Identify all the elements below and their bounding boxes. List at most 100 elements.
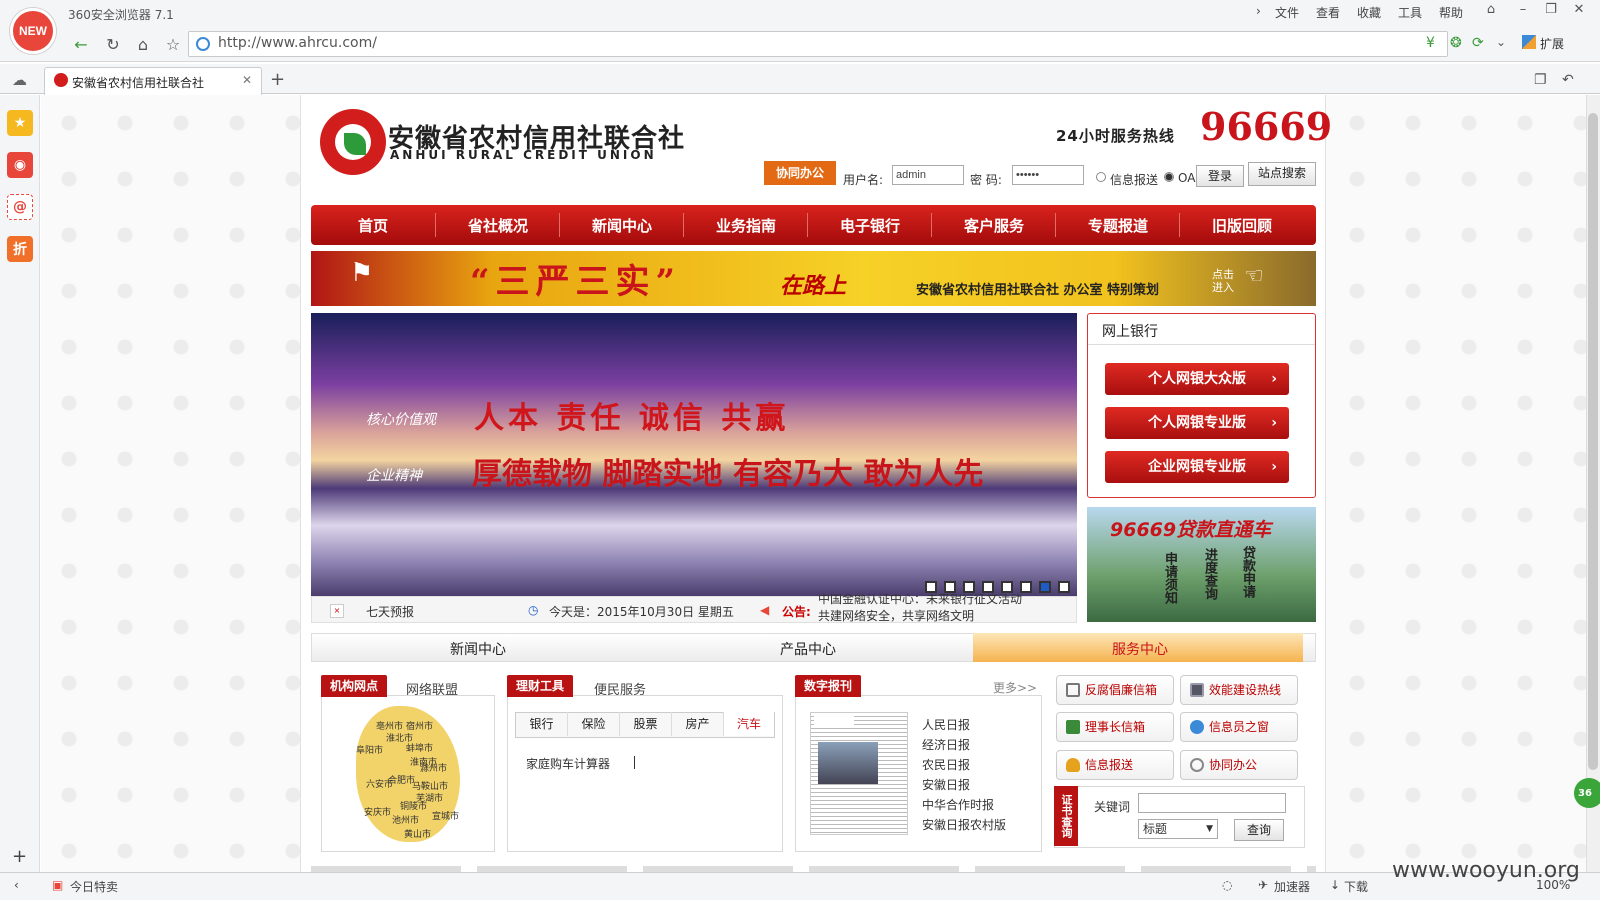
paper-item[interactable]: 农民日报 (922, 756, 970, 773)
nav-home[interactable]: 首页 (311, 215, 435, 236)
weather-forecast-link[interactable]: 七天预报 (366, 603, 414, 620)
refresh-icon[interactable]: ↻ (102, 34, 124, 56)
favorite-star-icon[interactable]: ☆ (162, 34, 184, 56)
loan-apply-notice[interactable]: 申请须知 (1162, 552, 1177, 604)
speed-icon[interactable]: ⟳ (1472, 35, 1484, 51)
download-icon[interactable]: ↓ (1330, 878, 1340, 892)
slide-dot[interactable] (982, 581, 994, 593)
menu-chevron-icon[interactable]: › (1256, 4, 1261, 18)
map-city-label[interactable]: 铜陵市 (400, 799, 427, 812)
sidebar-toggle-icon[interactable]: ‹ (14, 878, 19, 892)
slide-dot[interactable] (1020, 581, 1032, 593)
finance-tag[interactable]: 理财工具 (507, 675, 574, 697)
nav-business[interactable]: 业务指南 (684, 215, 808, 236)
map-city-label[interactable]: 宣城市 (432, 809, 459, 822)
slide-dot[interactable] (944, 581, 956, 593)
maximize-icon[interactable]: ❐ (1538, 2, 1564, 22)
outlets-tag[interactable]: 机构网点 (321, 675, 388, 697)
map-city-label[interactable]: 滁州市 (420, 761, 447, 774)
nav-special[interactable]: 专题报道 (1056, 215, 1180, 236)
banner-click-text[interactable]: 点击进入 (1212, 268, 1238, 294)
address-bar[interactable] (188, 31, 1448, 57)
today-deal-link[interactable]: 今日特卖 (70, 878, 118, 895)
address-url[interactable]: http://www.ahrcu.com/ (218, 35, 377, 51)
site-search-button[interactable]: 站点搜索 (1248, 162, 1316, 186)
slide-dot[interactable] (1058, 581, 1070, 593)
skin-icon[interactable]: ⌂ (1478, 2, 1504, 22)
nav-ebank[interactable]: 电子银行 (808, 215, 932, 236)
star-icon[interactable]: ★ (7, 110, 33, 136)
accelerator-icon[interactable]: ✈ (1258, 878, 1268, 892)
username-field[interactable] (892, 165, 964, 185)
close-window-icon[interactable]: ✕ (1566, 2, 1592, 22)
paper-item[interactable]: 经济日报 (922, 736, 970, 753)
extensions-label[interactable]: 扩展 (1540, 35, 1564, 52)
subtab-car[interactable]: 汽车 (724, 712, 774, 736)
more-link[interactable]: 更多>> (993, 679, 1037, 696)
float-360-icon[interactable]: 36 (1574, 778, 1600, 808)
menu-tools[interactable]: 工具 (1398, 4, 1422, 21)
back-icon[interactable]: ← (70, 34, 92, 56)
map-city-label[interactable]: 黄山市 (404, 827, 431, 840)
paper-item[interactable]: 中华合作时报 (922, 796, 994, 813)
car-calculator-link[interactable]: 家庭购车计算器 (526, 755, 610, 772)
home-icon[interactable]: ⌂ (132, 34, 154, 56)
slide-dot[interactable] (1001, 581, 1013, 593)
subtab-stocks[interactable]: 股票 (620, 712, 672, 736)
digital-tag[interactable]: 数字报刊 (795, 675, 862, 697)
tab-services[interactable]: 服务中心 (1040, 639, 1240, 659)
payment-shield-icon[interactable]: ¥ (1426, 35, 1435, 51)
cloud-icon[interactable]: ☁ (12, 71, 27, 89)
tab-news[interactable]: 新闻中心 (378, 639, 578, 659)
oa-radio[interactable] (1164, 172, 1174, 182)
login-button[interactable]: 登录 (1196, 165, 1244, 187)
extensions-icon[interactable] (1522, 35, 1536, 49)
slide-dot[interactable] (1039, 581, 1051, 593)
notice-item[interactable]: 共建网络安全，共享网络文明 (818, 608, 1068, 622)
mail-icon[interactable]: @ (7, 194, 33, 220)
paper-item[interactable]: 人民日报 (922, 716, 970, 733)
sidebar-add-icon[interactable]: + (12, 846, 27, 867)
network-icon[interactable]: ◌ (1222, 878, 1232, 892)
discount-icon[interactable]: 折 (7, 236, 33, 262)
paper-item[interactable]: 安徽日报农村版 (922, 816, 1006, 833)
slide-dot[interactable] (963, 581, 975, 593)
netbank-personal-pro-button[interactable]: 个人网银专业版 › (1105, 407, 1289, 439)
nav-overview[interactable]: 省社概况 (436, 215, 560, 236)
keyword-field[interactable] (1138, 793, 1286, 813)
menu-file[interactable]: 文件 (1275, 4, 1299, 21)
info-submit-radio[interactable] (1096, 172, 1106, 182)
nav-customer-service[interactable]: 客户服务 (932, 215, 1056, 236)
tab-close-icon[interactable]: ✕ (242, 73, 252, 87)
new-tab-icon[interactable]: + (270, 69, 285, 90)
tab-restore-icon[interactable]: ❐ (1534, 72, 1547, 88)
address-dropdown-icon[interactable]: ⌄ (1496, 35, 1506, 49)
netbank-personal-public-button[interactable]: 个人网银大众版 › (1105, 363, 1289, 395)
netbank-business-button[interactable]: 企业网银专业版 › (1105, 451, 1289, 483)
tab-products[interactable]: 产品中心 (708, 639, 908, 659)
query-button[interactable]: 查询 (1234, 819, 1284, 841)
map-city-label[interactable]: 阜阳市 (356, 743, 383, 756)
nav-old-version[interactable]: 旧版回顾 (1180, 215, 1304, 236)
weibo-icon[interactable]: ◉ (7, 152, 33, 178)
menu-favorites[interactable]: 收藏 (1357, 4, 1381, 21)
tab-title[interactable]: 安徽省农村信用社联合社 (72, 74, 204, 91)
nav-news[interactable]: 新闻中心 (560, 215, 684, 236)
undo-close-icon[interactable]: ↶ (1562, 72, 1574, 88)
menu-help[interactable]: 帮助 (1439, 4, 1463, 21)
menu-view[interactable]: 查看 (1316, 4, 1340, 21)
map-city-label[interactable]: 安庆市 (364, 805, 391, 818)
loan-apply[interactable]: 贷款申请 (1240, 546, 1255, 598)
subtab-property[interactable]: 房产 (672, 712, 724, 736)
subtab-insurance[interactable]: 保险 (568, 712, 620, 736)
loan-progress-query[interactable]: 进度查询 (1202, 548, 1217, 600)
map-city-label[interactable]: 池州市 (392, 813, 419, 826)
password-field[interactable] (1012, 165, 1084, 185)
map-city-label[interactable]: 蚌埠市 (406, 741, 433, 754)
minimize-icon[interactable]: – (1510, 2, 1536, 22)
browser-logo-badge[interactable]: NEW (10, 8, 56, 54)
gift-icon[interactable]: ▣ (52, 878, 63, 892)
scrollbar-thumb[interactable] (1588, 113, 1598, 770)
search-type-select[interactable]: 标题 ▼ (1138, 819, 1218, 839)
security-icon[interactable]: ❂ (1450, 35, 1462, 51)
